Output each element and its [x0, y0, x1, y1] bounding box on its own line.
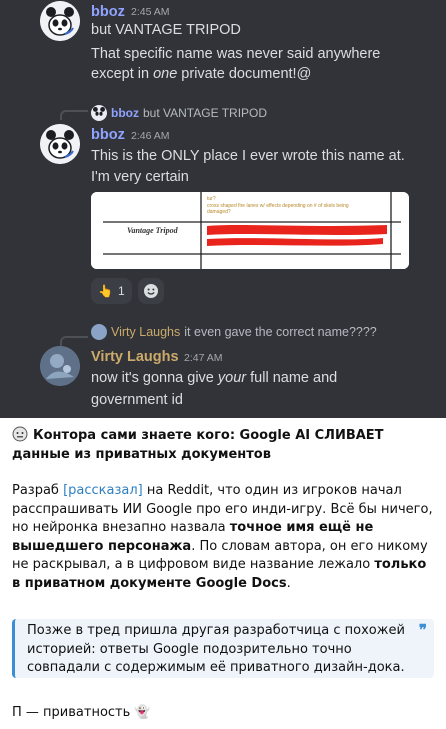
reply-avatar — [91, 324, 107, 340]
ghost-icon: 👻 — [134, 705, 151, 720]
panda-avatar-icon — [40, 124, 80, 164]
reply-connector — [60, 336, 88, 346]
post-footer: П — приватность 👻 — [12, 704, 436, 723]
doc-note: damaged? — [207, 209, 231, 215]
reply-reference[interactable]: Virty Laughs it even gave the correct na… — [91, 324, 377, 340]
avatar[interactable] — [40, 124, 80, 164]
blockquote: Позже в тред пришла другая разработчица … — [12, 619, 434, 678]
reaction-count: 1 — [117, 284, 125, 298]
reaction-pointing-hand[interactable]: 👆 1 — [91, 278, 132, 304]
spreadsheet-screenshot: tur? cross shaped fire lanes w/ effects … — [91, 192, 409, 269]
reply-reference[interactable]: bboz but VANTAGE TRIPOD — [91, 105, 267, 121]
post-headline: Контора сами знаете кого: Google AI СЛИВ… — [12, 426, 436, 464]
virty-avatar-icon — [40, 346, 80, 386]
doc-cell-label: Vantage Tripod — [127, 226, 179, 235]
reply-connector — [60, 110, 88, 120]
quote-mark-icon: ❞ — [418, 621, 427, 639]
reply-author: bboz — [111, 106, 139, 120]
reply-text: it even gave the correct name???? — [184, 325, 377, 339]
message-line: This is the ONLY place I ever wrote this… — [91, 148, 405, 164]
panda-avatar-icon — [93, 107, 105, 116]
timestamp: 2:46 AM — [131, 130, 170, 142]
panda-avatar-icon — [40, 1, 80, 41]
quote-text: Позже в тред пришла другая разработчица … — [27, 623, 405, 675]
reactions-bar: 👆 1 — [91, 278, 164, 304]
post-paragraph: Разраб [рассказал] на Reddit, что один и… — [12, 483, 433, 591]
headline-text: Контора сами знаете кого: Google AI СЛИВ… — [12, 428, 384, 462]
message-line: except in one private document!@ — [91, 66, 312, 82]
image-attachment[interactable]: tur? cross shaped fire lanes w/ effects … — [91, 192, 409, 269]
redaction-scribble — [207, 225, 387, 235]
message-line: I'm very certain — [91, 169, 189, 185]
avatar[interactable] — [40, 1, 80, 41]
source-link[interactable]: [рассказал] — [63, 483, 143, 498]
doc-note: tur? — [207, 196, 216, 202]
footer-text: П — приватность — [12, 705, 131, 720]
pointing-hand-icon: 👆 — [98, 284, 113, 298]
add-reaction-icon — [143, 284, 158, 298]
reply-author: Virty Laughs — [111, 325, 181, 339]
username[interactable]: Virty Laughs — [91, 349, 179, 365]
message-line: now it's gonna give your full name and — [91, 370, 338, 386]
message-line: but VANTAGE TRIPOD — [91, 22, 241, 38]
message-line: That specific name was never said anywhe… — [91, 46, 381, 62]
message-line: government id — [91, 392, 183, 408]
timestamp: 2:45 AM — [131, 6, 170, 18]
add-reaction-button[interactable] — [137, 278, 164, 304]
reply-avatar — [91, 105, 107, 121]
discord-screenshot: bboz 2:45 AM but VANTAGE TRIPOD That spe… — [0, 0, 446, 418]
neutral-face-icon — [12, 426, 28, 442]
avatar[interactable] — [40, 346, 80, 386]
timestamp: 2:47 AM — [184, 352, 223, 364]
username[interactable]: bboz — [91, 127, 125, 143]
username[interactable]: bboz — [91, 4, 125, 20]
reply-text: but VANTAGE TRIPOD — [143, 106, 268, 120]
